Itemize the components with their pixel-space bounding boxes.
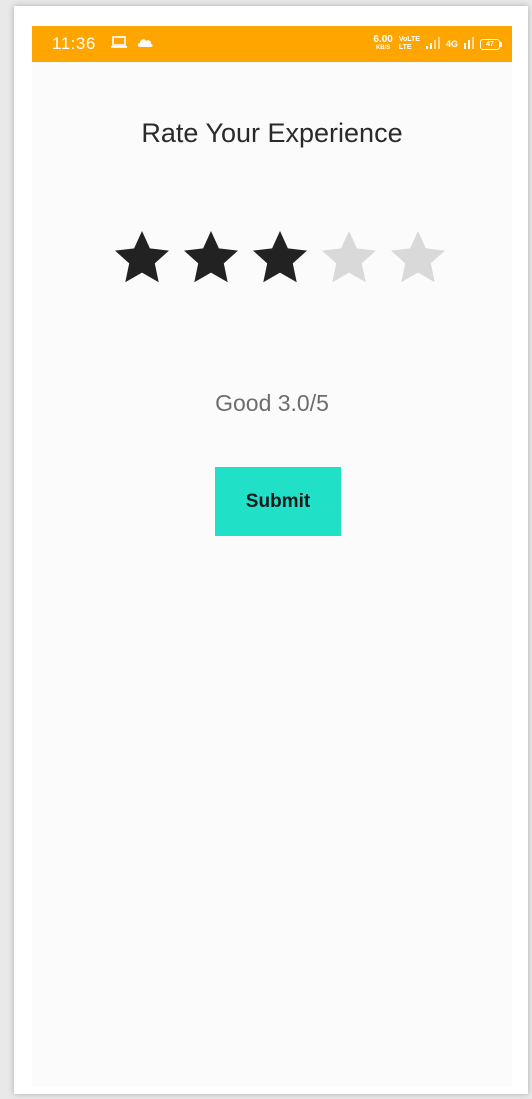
- page-title: Rate Your Experience: [141, 118, 403, 148]
- net-speed-unit: KB/S: [375, 45, 391, 51]
- signal-icon-2: [464, 37, 474, 51]
- rating-bar[interactable]: [112, 228, 452, 294]
- network-type: 4G: [445, 39, 458, 49]
- status-left-icons: [110, 35, 154, 54]
- rating-text: Good 3.0/5: [215, 390, 329, 416]
- app-screen: 11:36 6.00 KB/S VoLTE LTE 4G 47 Rate You…: [32, 26, 512, 1086]
- volte-bottom: LTE: [398, 44, 412, 51]
- status-time: 11:36: [52, 34, 96, 53]
- signal-icon: [425, 37, 440, 51]
- star-5-empty-icon[interactable]: [388, 228, 448, 288]
- star-4-empty-icon[interactable]: [319, 228, 379, 288]
- star-2-filled-icon[interactable]: [181, 228, 241, 288]
- battery-icon: 47: [480, 38, 502, 50]
- laptop-icon: [110, 35, 128, 54]
- status-bar: 11:36 6.00 KB/S VoLTE LTE 4G 47: [32, 26, 512, 62]
- status-right-icons: 6.00 KB/S VoLTE LTE 4G 47: [373, 34, 502, 52]
- net-speed-value: 6.00: [373, 34, 393, 45]
- device-frame: 11:36 6.00 KB/S VoLTE LTE 4G 47 Rate You…: [14, 6, 528, 1094]
- submit-button[interactable]: Submit: [215, 467, 341, 536]
- star-1-filled-icon[interactable]: [112, 228, 172, 288]
- net-speed: 6.00 KB/S: [373, 34, 393, 52]
- volte-indicator: VoLTE LTE: [399, 36, 420, 52]
- battery-level: 47: [480, 38, 500, 50]
- star-3-filled-icon[interactable]: [250, 228, 310, 288]
- volte-top: VoLTE: [398, 36, 420, 43]
- cloud-icon: [136, 35, 154, 53]
